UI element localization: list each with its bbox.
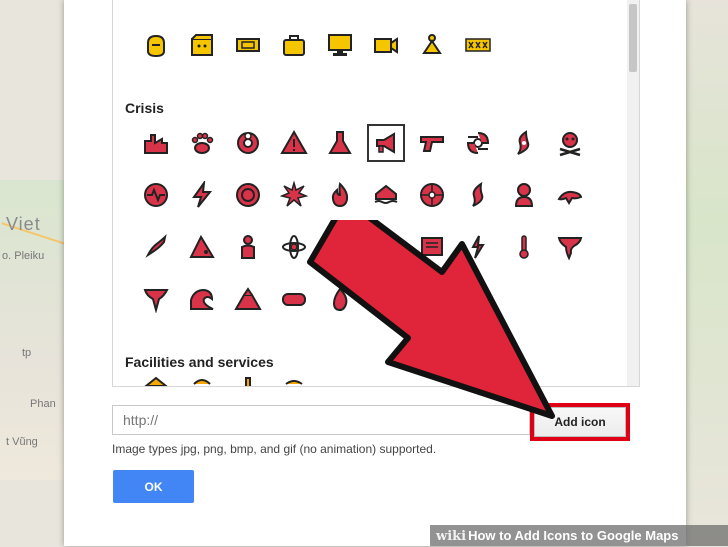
clapper-icon[interactable]: [179, 22, 225, 68]
camera-icon[interactable]: [363, 22, 409, 68]
crisis-icon-row-3: [133, 224, 593, 270]
hurricane-icon[interactable]: [455, 120, 501, 166]
first-aid-person-icon[interactable]: [225, 224, 271, 270]
bomb-icon[interactable]: [271, 276, 317, 322]
facility-icon[interactable]: [225, 374, 271, 386]
factory-icon[interactable]: [133, 120, 179, 166]
tornado-small-icon[interactable]: [133, 276, 179, 322]
megaphone-icon[interactable]: [363, 120, 409, 166]
target-icon[interactable]: [225, 172, 271, 218]
lizard-icon[interactable]: [547, 172, 593, 218]
map-label-tp: tp: [22, 347, 32, 359]
map-label-vung: t Vũng: [6, 436, 38, 448]
section-heading-crisis: Crisis: [125, 100, 164, 116]
facility-icon[interactable]: [271, 374, 317, 386]
crisis-icon-row-4: [133, 276, 363, 322]
radiation-icon[interactable]: [317, 224, 363, 270]
wikihow-watermark: wiki How to Add Icons to Google Maps: [430, 525, 728, 546]
gas-mask-icon[interactable]: [363, 224, 409, 270]
explosion-icon[interactable]: [271, 172, 317, 218]
gecko-icon[interactable]: [133, 224, 179, 270]
facilities-icon-row-partial: [133, 374, 317, 386]
fire-small-icon[interactable]: [317, 276, 363, 322]
meditation-icon[interactable]: [409, 22, 455, 68]
biohazard-icon[interactable]: [225, 120, 271, 166]
lightning-bolt-icon[interactable]: [455, 224, 501, 270]
image-type-hint: Image types jpg, png, bmp, and gif (no a…: [112, 442, 437, 456]
icon-url-input[interactable]: [112, 405, 530, 435]
map-label-viet: Viet: [6, 214, 41, 234]
tropical-storm-icon[interactable]: [455, 172, 501, 218]
crisis-icon-row-2: [133, 172, 593, 218]
flask-icon[interactable]: [317, 120, 363, 166]
hand-icon[interactable]: [133, 22, 179, 68]
luggage-icon[interactable]: [271, 22, 317, 68]
map-label-pleiku: o. Pleiku: [2, 250, 45, 262]
landslide-icon[interactable]: [179, 224, 225, 270]
tornado-icon[interactable]: [547, 224, 593, 270]
sick-person-icon[interactable]: [501, 172, 547, 218]
cyclone-icon[interactable]: [409, 172, 455, 218]
facility-icon[interactable]: [179, 374, 225, 386]
add-icon-button[interactable]: Add icon: [534, 407, 626, 437]
watermark-wiki: wiki: [436, 529, 467, 544]
gun-icon[interactable]: [409, 120, 455, 166]
thermometer-icon[interactable]: [501, 224, 547, 270]
monitor-icon[interactable]: [317, 22, 363, 68]
crisis-icon-row-1: [133, 120, 593, 166]
scroll-thumb[interactable]: [629, 4, 637, 72]
fire-icon[interactable]: [317, 172, 363, 218]
section-heading-facilities: Facilities and services: [125, 354, 274, 370]
storm-icon[interactable]: [501, 120, 547, 166]
warning-icon[interactable]: [271, 120, 317, 166]
watermark-title: How to Add Icons to Google Maps: [468, 528, 679, 543]
icon-panel-scrollbar[interactable]: [627, 0, 639, 386]
volcano-icon[interactable]: [225, 276, 271, 322]
flood-house-icon[interactable]: [363, 172, 409, 218]
tsunami-icon[interactable]: [179, 276, 225, 322]
icon-gallery-panel[interactable]: Crisis Facilities and services: [112, 0, 640, 387]
xxx-icon[interactable]: [455, 22, 501, 68]
ticket-icon[interactable]: [225, 22, 271, 68]
ok-button[interactable]: OK: [113, 470, 194, 503]
heartbeat-icon[interactable]: [133, 172, 179, 218]
icon-picker-dialog: Crisis Facilities and services http:// A…: [64, 0, 686, 546]
top-icon-row: [133, 22, 501, 68]
map-label-phan: Phan: [30, 398, 56, 410]
scroll-icon[interactable]: [409, 224, 455, 270]
facility-icon[interactable]: [133, 374, 179, 386]
skull-crossbones-icon[interactable]: [547, 120, 593, 166]
atom-icon[interactable]: [271, 224, 317, 270]
map-land-right: [686, 0, 728, 546]
paw-icon[interactable]: [179, 120, 225, 166]
lightning-icon[interactable]: [179, 172, 225, 218]
